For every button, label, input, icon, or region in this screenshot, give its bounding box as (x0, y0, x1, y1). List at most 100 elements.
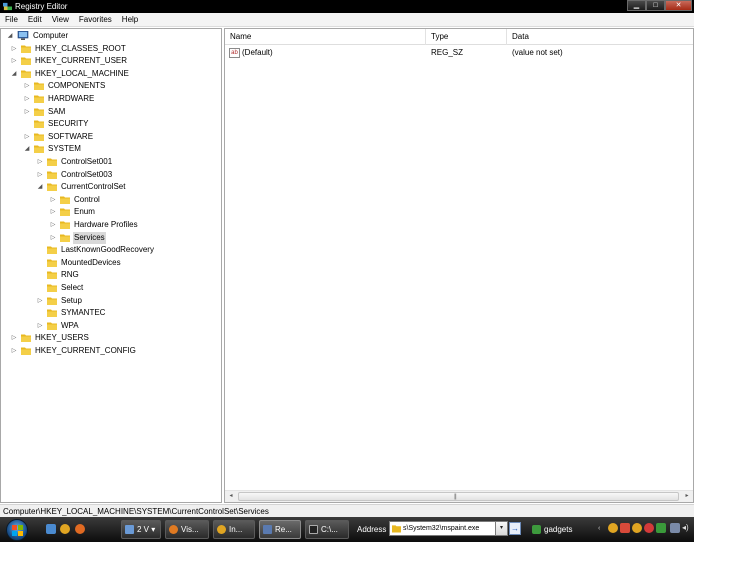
column-name[interactable]: Name (225, 29, 426, 45)
column-data[interactable]: Data (507, 29, 693, 45)
gadgets-icon (532, 525, 541, 534)
window-controls: ▁ □ ✕ (627, 0, 692, 11)
folder-icon (60, 196, 70, 204)
folder-icon (47, 271, 57, 280)
gadgets-label: gadgets (544, 525, 573, 534)
tree-node-label: SECURITY (48, 119, 89, 129)
expand-arrow-icon[interactable]: ▷ (10, 332, 18, 344)
computer-icon (17, 31, 29, 40)
string-value-icon: ab (229, 48, 240, 58)
expand-arrow-icon[interactable]: ▷ (23, 93, 31, 105)
minimize-button[interactable]: ▁ (627, 0, 646, 11)
scroll-thumb[interactable]: ||| (238, 492, 679, 501)
address-label: Address (357, 525, 387, 534)
tree-node-label: MountedDevices (61, 257, 121, 267)
menu-help[interactable]: Help (117, 13, 143, 26)
tree-node-label: Services (73, 231, 106, 244)
taskbar-registry-editor[interactable]: Re... (259, 520, 301, 539)
tree-node-label: Enum (74, 207, 95, 217)
tray-update-icon[interactable] (656, 523, 666, 533)
expand-arrow-icon[interactable]: ▷ (36, 169, 44, 181)
collapse-arrow-icon[interactable]: ◢ (36, 181, 44, 193)
folder-icon (60, 208, 70, 217)
expand-arrow-icon[interactable]: ▷ (49, 194, 57, 206)
tree-node-label: CurrentControlSet (61, 182, 126, 192)
collapse-arrow-icon[interactable]: ◢ (23, 143, 31, 155)
folder-icon (47, 246, 57, 255)
expand-arrow-icon[interactable]: ▷ (23, 131, 31, 143)
show-desktop-icon[interactable] (46, 524, 56, 534)
tree-node-label: Hardware Profiles (74, 220, 138, 229)
expand-arrow-icon[interactable]: ▷ (36, 320, 44, 332)
value-row[interactable]: ab (Default) REG_SZ (value not set) (225, 47, 693, 59)
expand-arrow-icon[interactable]: ▷ (10, 55, 18, 67)
browser-icon[interactable] (60, 524, 70, 534)
taskbar-gadgets[interactable]: gadgets (528, 520, 595, 539)
tray-security-icon[interactable] (620, 523, 630, 533)
expand-arrow-icon[interactable]: ▷ (49, 219, 57, 231)
address-go-button[interactable]: → (509, 522, 521, 535)
tree-node-label: Select (61, 283, 84, 292)
tree-node-label: ControlSet001 (61, 157, 113, 166)
tray-antivirus-icon[interactable] (644, 523, 654, 533)
expand-arrow-icon[interactable]: ▷ (36, 295, 44, 307)
firefox-icon[interactable] (75, 524, 85, 534)
list-header: Name Type Data (225, 29, 693, 45)
chevron-down-icon: ▾ (151, 525, 156, 534)
tree-node-label: COMPONENTS (48, 81, 106, 91)
expand-arrow-icon[interactable]: ▷ (10, 43, 18, 55)
registry-editor-window: Registry Editor ▁ □ ✕ File Edit View Fav… (0, 0, 694, 542)
scroll-left-button[interactable]: ◂ (225, 491, 237, 502)
expand-arrow-icon[interactable]: ▷ (10, 345, 18, 357)
menu-view[interactable]: View (47, 13, 74, 26)
expand-arrow-icon[interactable]: ▷ (36, 156, 44, 168)
collapse-arrow-icon[interactable]: ◢ (10, 68, 18, 80)
volume-icon[interactable]: ◂) (682, 523, 691, 533)
folder-icon (34, 133, 44, 141)
taskbar-group-button[interactable]: 2 V ▾ (121, 520, 161, 539)
scroll-right-button[interactable]: ▸ (681, 491, 693, 502)
folder-icon (47, 284, 57, 292)
expand-arrow-icon[interactable]: ▷ (23, 106, 31, 118)
values-list[interactable]: Name Type Data ab (Default) REG_SZ (valu… (224, 28, 694, 503)
tray-connection-icon[interactable] (670, 523, 680, 533)
tray-expand-icon[interactable]: ‹ (598, 525, 604, 533)
taskbar-command-prompt[interactable]: C:\... (305, 520, 349, 539)
horizontal-scrollbar[interactable]: ◂ ||| ▸ (225, 490, 693, 502)
tray-browser-icon[interactable] (608, 523, 618, 533)
start-button[interactable] (6, 519, 28, 541)
taskbar-visual-studio[interactable]: Vis... (165, 520, 209, 539)
address-input[interactable]: s\System32\mspaint.exe (389, 521, 508, 536)
title-bar[interactable]: Registry Editor ▁ □ ✕ (0, 0, 694, 13)
folder-icon (21, 334, 31, 343)
expand-arrow-icon[interactable]: ▷ (49, 206, 57, 218)
column-type[interactable]: Type (426, 29, 507, 45)
folder-icon (47, 259, 57, 267)
close-button[interactable]: ✕ (665, 0, 692, 11)
tray-network-icon[interactable] (632, 523, 642, 533)
registry-tree[interactable]: ◢ Computer ▷ HKEY_CLASSES_ROOT ▷ HKEY_CURRENT… (0, 28, 222, 503)
app-icon (169, 525, 178, 534)
collapse-arrow-icon[interactable]: ◢ (6, 30, 14, 42)
taskbar-internet[interactable]: In... (213, 520, 255, 539)
maximize-button[interactable]: □ (646, 0, 665, 11)
tree-node-label: SAM (48, 106, 66, 116)
tree-node-label: Setup (61, 295, 82, 305)
folder-icon (47, 309, 57, 318)
expand-arrow-icon[interactable]: ▷ (23, 80, 31, 92)
menu-file[interactable]: File (0, 13, 23, 26)
window-group-icon (125, 525, 134, 534)
value-data: (value not set) (512, 48, 563, 57)
folder-icon (60, 234, 70, 242)
address-dropdown-button[interactable]: ▾ (495, 521, 508, 536)
folder-icon (34, 95, 44, 103)
folder-icon (34, 82, 44, 91)
address-value: s\System32\mspaint.exe (403, 525, 480, 532)
folder-icon (60, 221, 70, 229)
folder-icon (34, 108, 44, 116)
expand-arrow-icon[interactable]: ▷ (49, 232, 57, 244)
menu-favorites[interactable]: Favorites (74, 13, 117, 26)
tree-node-label: HKEY_CURRENT_USER (35, 56, 128, 66)
tree-node-label: ControlSet003 (61, 169, 113, 179)
menu-edit[interactable]: Edit (23, 13, 47, 26)
